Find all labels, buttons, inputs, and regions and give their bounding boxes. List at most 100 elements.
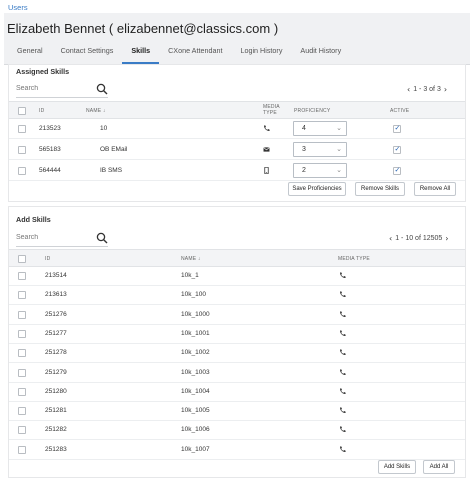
table-row[interactable]: 251280 10k_1004	[9, 383, 465, 402]
chevron-right-icon[interactable]: ›	[441, 85, 450, 94]
assigned-select-all-checkbox[interactable]	[18, 107, 26, 115]
row-checkbox[interactable]	[18, 272, 26, 280]
table-row[interactable]: 213523 10 4 ⌄	[9, 119, 465, 139]
add-search-input[interactable]	[16, 234, 86, 241]
skill-name: 10k_1004	[181, 387, 210, 395]
table-row[interactable]: 251283 10k_1007	[9, 441, 465, 460]
skill-name: 10	[100, 125, 108, 132]
skill-name: 10k_1001	[181, 329, 210, 337]
row-checkbox[interactable]	[18, 291, 26, 300]
mobile-icon	[264, 167, 269, 174]
assigned-skills-title: Assigned Skills	[16, 67, 70, 76]
row-checkbox[interactable]	[18, 445, 26, 454]
add-pager-text: 1 - 10 of 12505	[395, 235, 443, 242]
tab-bar: General Contact Settings Skills CXone At…	[8, 44, 350, 64]
row-checkbox[interactable]	[18, 426, 26, 435]
table-row[interactable]: 564444 IB SMS 2 ⌄	[9, 161, 465, 181]
table-row[interactable]: 251278 10k_1002	[9, 344, 465, 364]
skill-id: 251279	[45, 368, 67, 376]
phone-icon	[340, 407, 346, 414]
save-proficiencies-button[interactable]: Save Proficiencies	[288, 182, 346, 196]
skill-name: 10k_1007	[181, 445, 210, 453]
row-checkbox[interactable]	[18, 387, 26, 396]
tab-general[interactable]: General	[8, 44, 52, 64]
page-title: Elizabeth Bennet ( elizabennet@classics.…	[7, 21, 279, 36]
row-checkbox[interactable]	[18, 146, 26, 154]
assigned-search-input[interactable]	[16, 85, 86, 92]
row-checkbox[interactable]	[18, 329, 26, 338]
skill-name: 10k_1005	[181, 407, 210, 415]
proficiency-value: 3	[302, 146, 306, 153]
add-skills-button[interactable]: Add Skills	[378, 460, 416, 474]
search-icon[interactable]	[96, 232, 108, 244]
skill-name: 10k_1006	[181, 426, 210, 434]
add-all-button[interactable]: Add All	[423, 460, 455, 474]
row-checkbox[interactable]	[18, 349, 26, 358]
skill-name: 10k_1003	[181, 368, 210, 376]
row-checkbox[interactable]	[18, 125, 26, 133]
table-row[interactable]: 565183 OB EMail 3 ⌄	[9, 140, 465, 160]
remove-all-button[interactable]: Remove All	[414, 182, 456, 196]
phone-icon	[340, 426, 346, 433]
skill-id: 251277	[45, 329, 67, 337]
search-icon[interactable]	[96, 83, 108, 95]
col-media-type: MEDIA TYPE	[263, 104, 280, 116]
table-row[interactable]: 213613 10k_100	[9, 286, 465, 306]
phone-icon	[340, 349, 346, 356]
skill-name: IB SMS	[100, 167, 123, 174]
row-checkbox[interactable]	[18, 368, 26, 377]
breadcrumb-users[interactable]: Users	[8, 3, 28, 12]
phone-icon	[340, 310, 346, 317]
tab-login-history[interactable]: Login History	[231, 44, 291, 64]
table-row[interactable]: 251279 10k_1003	[9, 364, 465, 383]
add-select-all-checkbox[interactable]	[18, 255, 26, 263]
active-checkbox[interactable]	[393, 145, 401, 154]
table-row[interactable]: 251276 10k_1000	[9, 306, 465, 325]
chevron-left-icon[interactable]: ‹	[404, 85, 413, 94]
proficiency-value: 4	[302, 125, 306, 132]
row-checkbox[interactable]	[18, 310, 26, 319]
tab-cxone-attendant[interactable]: CXone Attendant	[159, 44, 231, 64]
chevron-down-icon: ⌄	[336, 124, 342, 132]
col-name[interactable]: NAME ↓	[181, 256, 201, 262]
tab-audit-history[interactable]: Audit History	[291, 44, 350, 64]
proficiency-select[interactable]: 4 ⌄	[293, 121, 347, 136]
skill-id: 251281	[45, 407, 67, 415]
skill-id: 213613	[45, 291, 67, 299]
table-row[interactable]: 251281 10k_1005	[9, 402, 465, 422]
tab-contact-settings[interactable]: Contact Settings	[52, 44, 123, 64]
row-checkbox[interactable]	[18, 167, 26, 175]
add-skills-title: Add Skills	[16, 215, 51, 224]
skill-id: 251278	[45, 349, 67, 357]
assigned-pager-text: 1 - 3 of 3	[413, 86, 441, 93]
proficiency-value: 2	[302, 167, 306, 174]
active-checkbox[interactable]	[393, 166, 401, 175]
proficiency-select[interactable]: 2 ⌄	[293, 163, 347, 178]
skill-id: 251283	[45, 445, 67, 453]
phone-icon	[340, 291, 346, 298]
chevron-left-icon[interactable]: ‹	[386, 234, 395, 243]
proficiency-select[interactable]: 3 ⌄	[293, 142, 347, 157]
table-row[interactable]: 251282 10k_1006	[9, 421, 465, 441]
col-id[interactable]: ID	[39, 108, 44, 114]
phone-icon	[264, 125, 270, 131]
col-name[interactable]: NAME ↓	[86, 108, 106, 114]
add-search	[16, 229, 108, 247]
col-media-type: MEDIA TYPE	[338, 256, 370, 262]
chevron-right-icon[interactable]: ›	[442, 234, 451, 243]
phone-icon	[340, 330, 346, 336]
add-pager: ‹ 1 - 10 of 12505 ›	[386, 234, 452, 243]
table-row[interactable]: 213514 10k_1	[9, 267, 465, 286]
col-id[interactable]: ID	[45, 256, 50, 262]
tab-skills[interactable]: Skills	[122, 44, 160, 64]
col-proficiency: PROFICIENCY	[294, 108, 331, 114]
active-checkbox[interactable]	[393, 124, 401, 133]
phone-icon	[340, 388, 346, 394]
row-checkbox[interactable]	[18, 407, 26, 416]
remove-skills-button[interactable]: Remove Skills	[355, 182, 405, 196]
table-row[interactable]: 251277 10k_1001	[9, 325, 465, 344]
phone-icon	[340, 368, 346, 375]
assigned-search	[16, 80, 108, 98]
skill-name: 10k_100	[181, 291, 206, 299]
skill-id: 251282	[45, 426, 67, 434]
